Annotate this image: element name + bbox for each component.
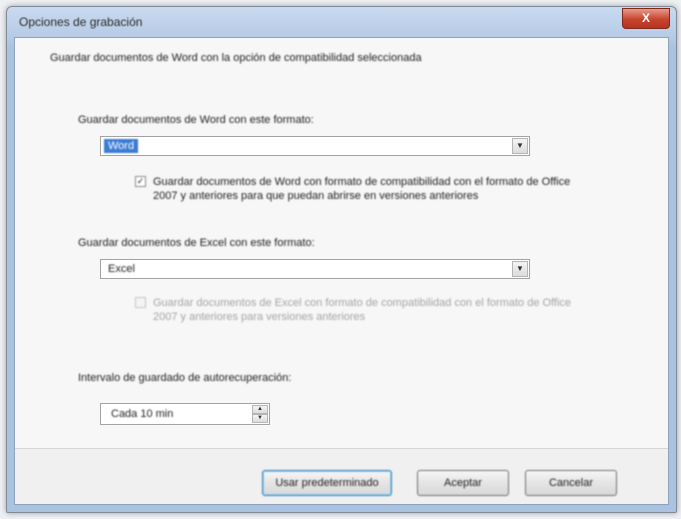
word-format-value: Word	[104, 139, 139, 153]
word-format-label: Guardar documentos de Word con este form…	[78, 114, 314, 126]
excel-compat-checkbox-label: Guardar documentos de Excel con formato …	[153, 297, 572, 323]
excel-format-label: Guardar documentos de Excel con este for…	[78, 237, 315, 249]
autosave-interval-label: Intervalo de guardado de autorecuperació…	[78, 372, 292, 384]
chevron-down-icon[interactable]: ▼	[512, 138, 528, 154]
accept-button[interactable]: Aceptar	[417, 470, 509, 496]
cancel-button[interactable]: Cancelar	[525, 470, 617, 496]
dialog-heading: Guardar documentos de Word con la opción…	[50, 52, 422, 64]
close-icon: X	[641, 11, 650, 25]
word-compat-checkbox[interactable]: ✓	[135, 176, 146, 187]
chevron-down-icon[interactable]: ▼	[512, 261, 528, 277]
window-title: Opciones de grabación	[19, 15, 143, 29]
excel-compat-checkbox	[135, 297, 146, 308]
word-format-combo[interactable]: Word ▼	[100, 136, 530, 156]
excel-format-value: Excel	[108, 263, 135, 275]
use-default-button[interactable]: Usar predeterminado	[262, 470, 392, 496]
autosave-interval-value: Cada 10 min	[111, 408, 174, 420]
spin-down-icon[interactable]: ▼	[252, 414, 268, 423]
word-compat-checkbox-row[interactable]: ✓ Guardar documentos de Word con formato…	[135, 175, 575, 209]
title-bar[interactable]: Opciones de grabación X	[7, 7, 676, 37]
word-compat-checkbox-label: Guardar documentos de Word con formato d…	[153, 176, 571, 202]
excel-compat-checkbox-row: Guardar documentos de Excel con formato …	[135, 296, 575, 330]
close-button[interactable]: X	[622, 8, 670, 29]
excel-format-combo[interactable]: Excel ▼	[100, 259, 530, 279]
autosave-interval-spinner[interactable]: Cada 10 min ▲ ▼	[100, 403, 270, 425]
spin-up-icon[interactable]: ▲	[252, 405, 268, 414]
